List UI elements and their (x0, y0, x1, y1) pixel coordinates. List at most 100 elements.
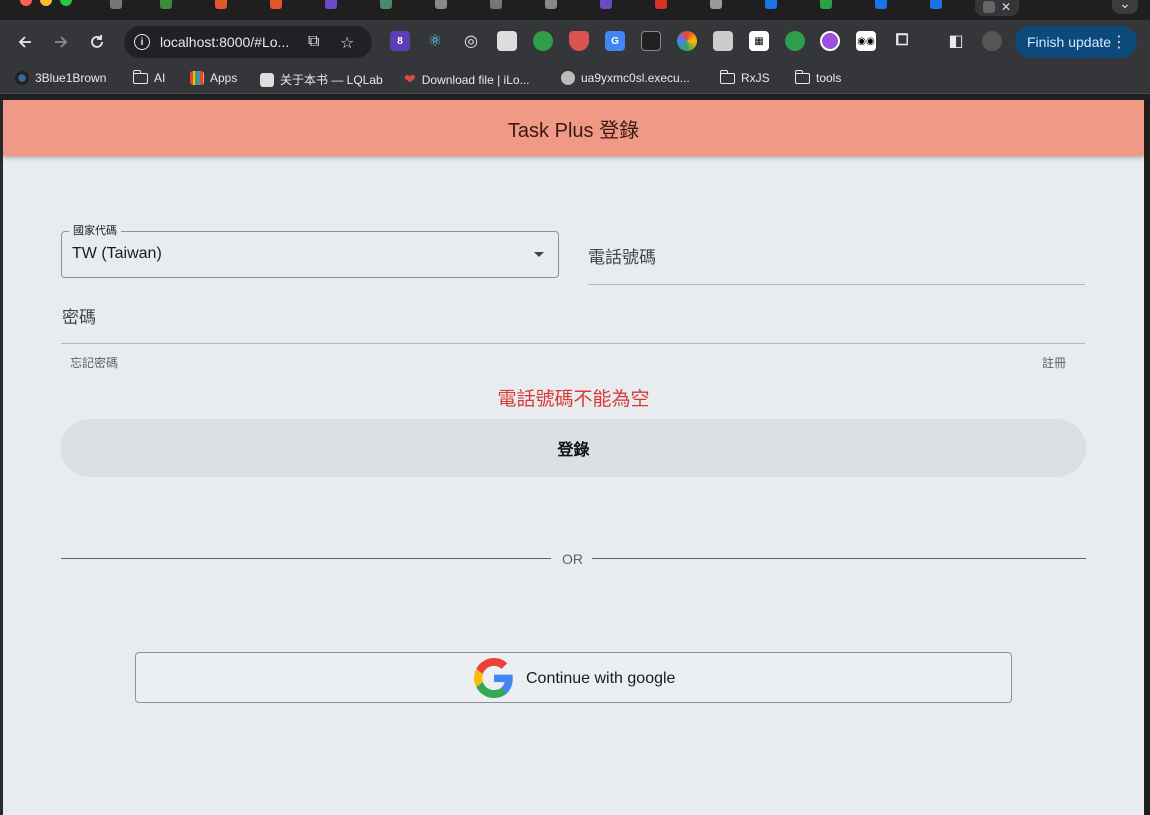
bookmark-label: RxJS (741, 71, 770, 85)
globe-icon (561, 71, 575, 85)
bookmarks-bar: 3Blue1Brown AI Apps 关于本书 — LQLab ❤ Downl… (0, 64, 1150, 94)
bookmark-item[interactable]: ❤ Download file | iLo... (404, 71, 530, 88)
heart-icon: ❤ (404, 71, 416, 87)
site-info-icon[interactable]: i (134, 34, 150, 50)
bookmark-item[interactable]: Apps (190, 71, 237, 85)
more-menu-icon[interactable]: ⋮ (1111, 32, 1127, 52)
browser-tab[interactable] (160, 0, 172, 10)
browser-tab[interactable] (875, 0, 887, 10)
side-panel-icon[interactable]: ◧ (946, 31, 966, 51)
browser-toolbar: i localhost:8000/#Lo... ⧉ ☆ 8 ⚛ ◎ G ▦ ◉◉… (0, 20, 1150, 64)
color-picker-icon[interactable] (677, 31, 697, 51)
browser-tab[interactable] (325, 0, 337, 10)
google-signin-button[interactable]: Continue with google (135, 652, 1012, 703)
reload-button[interactable] (85, 30, 109, 54)
google-button-label: Continue with google (526, 670, 676, 687)
address-bar[interactable]: i localhost:8000/#Lo... ⧉ ☆ (124, 26, 372, 58)
install-app-icon[interactable]: ⧉ (308, 33, 319, 51)
bookmark-label: AI (154, 71, 166, 85)
extension-icon[interactable]: 8 (390, 31, 410, 51)
back-arrow-icon (18, 36, 31, 48)
or-divider-text: OR (562, 551, 583, 567)
page-title: Task Plus 登錄 (507, 119, 640, 142)
browser-tab[interactable] (820, 0, 832, 10)
apps-grid-icon (190, 71, 204, 85)
google-translate-icon[interactable]: G (605, 31, 625, 51)
forward-arrow-icon (55, 36, 68, 48)
browser-tab[interactable] (270, 0, 282, 10)
bookmark-label: ua9yxmc0sl.execu... (581, 71, 690, 85)
password-label: 密碼 (62, 308, 96, 327)
active-browser-tab[interactable]: ✕ (975, 0, 1020, 16)
shield-extension-icon[interactable] (569, 31, 589, 51)
extension-icon[interactable] (820, 31, 840, 51)
country-code-label: 國家代碼 (69, 222, 121, 238)
country-code-select[interactable]: TW (Taiwan) (61, 231, 559, 278)
close-tab-icon[interactable]: ✕ (1001, 0, 1011, 14)
bookmark-label: Download file | iLo... (421, 72, 530, 87)
3b1b-icon (15, 71, 29, 85)
folder-icon (719, 69, 735, 84)
bookmark-label: tools (816, 71, 842, 85)
folder-icon (794, 69, 810, 84)
finish-update-label: Finish update (1027, 34, 1112, 50)
phone-number-label: 電話號碼 (588, 248, 656, 267)
folder-icon (132, 69, 148, 84)
browser-tab[interactable] (930, 0, 942, 10)
close-window-button[interactable] (20, 0, 32, 6)
tab-strip: ✕ ⌄ (0, 0, 1150, 20)
browser-tab[interactable] (765, 0, 777, 10)
forgot-password-link[interactable]: 忘記密碼 (70, 354, 118, 371)
browser-tab[interactable] (710, 0, 722, 10)
terminal-extension-icon[interactable] (641, 31, 661, 51)
bookmark-label: Apps (210, 71, 238, 85)
bookmark-item[interactable]: 3Blue1Brown (15, 71, 106, 85)
extension-icon[interactable] (713, 31, 733, 51)
extensions-puzzle-icon[interactable]: ⧠ (892, 31, 912, 51)
minimize-window-button[interactable] (40, 0, 52, 6)
adjacent-window-edge (1144, 100, 1150, 815)
password-field[interactable]: 密碼 (61, 295, 1085, 344)
forward-button[interactable] (49, 30, 73, 54)
browser-tab[interactable] (655, 0, 667, 10)
divider-line (592, 558, 1086, 559)
target-extension-icon[interactable]: ◎ (461, 31, 481, 51)
dropdown-arrow-icon (534, 252, 544, 257)
divider-line (61, 558, 551, 559)
browser-tab[interactable] (600, 0, 612, 10)
browser-tab[interactable] (215, 0, 227, 10)
bookmark-folder[interactable]: tools (794, 69, 842, 85)
address-url: localhost:8000/#Lo... (160, 34, 290, 50)
country-code-value: TW (Taiwan) (72, 245, 162, 262)
browser-tab[interactable] (110, 0, 122, 10)
register-link[interactable]: 註冊 (1042, 354, 1066, 371)
bookmark-label: 3Blue1Brown (35, 71, 107, 85)
bookmark-label: 关于本书 — LQLab (280, 73, 383, 87)
bookmark-item[interactable]: ua9yxmc0sl.execu... (561, 71, 690, 85)
bookmark-item[interactable]: 关于本书 — LQLab (260, 71, 383, 88)
finish-update-button[interactable]: Finish update ⋮ (1015, 26, 1137, 58)
tab-search-button[interactable]: ⌄ (1112, 0, 1138, 14)
evernote-icon[interactable] (533, 31, 553, 51)
login-page: Task Plus 登錄 TW (Taiwan) 國家代碼 電話號碼 密碼 忘記… (3, 100, 1144, 815)
extension-icon[interactable] (785, 31, 805, 51)
extension-icon[interactable]: ◉◉ (856, 31, 876, 51)
profile-avatar[interactable] (982, 31, 1002, 51)
bookmark-folder[interactable]: RxJS (719, 69, 770, 85)
bookmark-folder[interactable]: AI (132, 69, 166, 85)
browser-tab[interactable] (380, 0, 392, 10)
qr-code-icon[interactable]: ▦ (749, 31, 769, 51)
browser-tab[interactable] (490, 0, 502, 10)
extension-icon[interactable] (497, 31, 517, 51)
browser-tab[interactable] (545, 0, 557, 10)
bookmark-star-icon[interactable]: ☆ (340, 33, 354, 53)
book-icon (260, 72, 274, 87)
browser-tab[interactable] (435, 0, 447, 10)
phone-number-field[interactable]: 電話號碼 (588, 235, 1085, 285)
login-button[interactable]: 登錄 (61, 419, 1086, 477)
reload-icon (91, 35, 103, 48)
react-devtools-icon[interactable]: ⚛ (425, 31, 445, 51)
maximize-window-button[interactable] (60, 0, 72, 6)
back-button[interactable] (13, 30, 37, 54)
error-message: 電話號碼不能為空 (497, 389, 650, 410)
